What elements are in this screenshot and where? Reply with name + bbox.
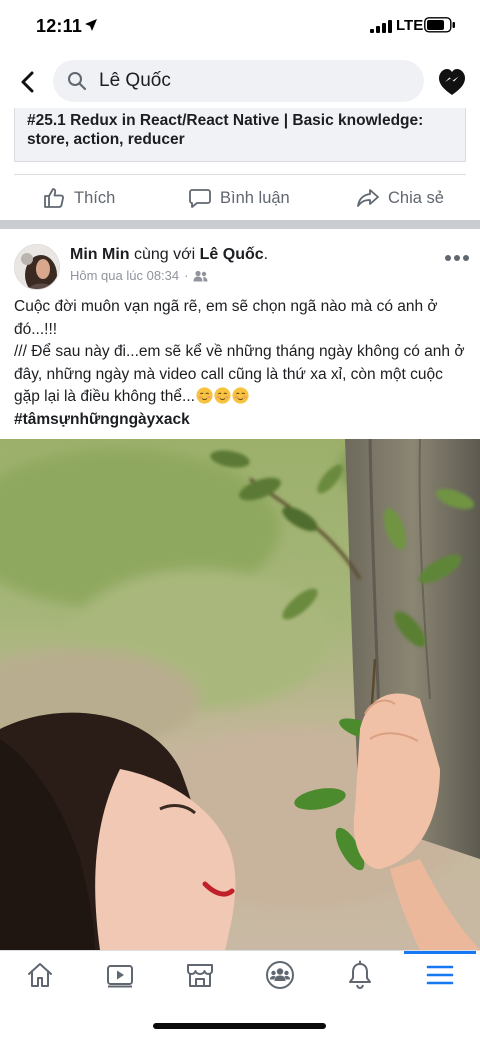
messenger-icon[interactable] xyxy=(436,66,468,98)
tagged-suffix: . xyxy=(263,246,269,263)
post-body: Cuộc đời muôn vạn ngã rẽ, em sẽ chọn ngã… xyxy=(14,296,470,431)
comment-icon xyxy=(189,189,211,208)
search-query: Lê Quốc xyxy=(99,70,171,91)
tab-groups[interactable] xyxy=(240,951,320,999)
watch-icon xyxy=(107,965,133,988)
comment-button[interactable]: Bình luận xyxy=(188,175,290,221)
post-hashtag[interactable]: #tâmsựnhữngngàyxack xyxy=(14,409,470,432)
menu-icon xyxy=(426,965,454,985)
post-text-line1: Cuộc đời muôn vạn ngã rẽ, em sẽ chọn ngã… xyxy=(14,298,438,338)
more-options-icon[interactable] xyxy=(444,252,470,264)
with-text: cùng với xyxy=(134,246,196,263)
author-name[interactable]: Min Min xyxy=(70,246,130,263)
home-icon xyxy=(28,963,52,987)
blushing-face-icon xyxy=(196,387,213,404)
tab-marketplace[interactable] xyxy=(160,951,240,999)
notifications-icon xyxy=(349,960,371,990)
status-time: 12:11 xyxy=(36,16,83,36)
post-author-line: Min Min cùng với Lê Quốc. xyxy=(70,246,268,264)
post-header: Min Min cùng với Lê Quốc. Hôm qua lúc 08… xyxy=(0,240,480,296)
home-indicator xyxy=(153,1023,326,1029)
status-bar: 12:11 LTE xyxy=(0,0,480,52)
comment-label: Bình luận xyxy=(220,188,290,207)
blushing-face-icon xyxy=(232,387,249,404)
post-meta: Hôm qua lúc 08:34 · xyxy=(70,268,208,283)
meta-dot: · xyxy=(184,268,189,283)
like-label: Thích xyxy=(74,188,116,207)
share-label: Chia sẻ xyxy=(388,188,444,207)
share-button[interactable]: Chia sẻ xyxy=(356,175,444,221)
feed-separator xyxy=(0,220,480,229)
tagged-name[interactable]: Lê Quốc xyxy=(200,246,264,263)
signal-icon xyxy=(370,20,392,33)
avatar[interactable] xyxy=(14,244,60,290)
search-input[interactable]: Lê Quốc xyxy=(53,60,424,102)
location-arrow-icon xyxy=(85,19,97,31)
post-actions-bar: Thích Bình luận Chia sẻ xyxy=(14,174,466,220)
back-arrow-icon[interactable] xyxy=(14,68,42,96)
link-preview-card[interactable]: #25.1 Redux in React/React Native | Basi… xyxy=(14,108,466,162)
network-label: LTE xyxy=(396,17,424,34)
marketplace-icon xyxy=(187,964,213,987)
friends-audience-icon xyxy=(193,270,208,281)
post-photo[interactable] xyxy=(0,439,480,950)
share-icon xyxy=(357,189,379,207)
tab-home[interactable] xyxy=(0,951,80,999)
tab-notifications[interactable] xyxy=(320,951,400,999)
search-header: Lê Quốc xyxy=(0,58,480,106)
battery-icon xyxy=(424,17,455,33)
link-preview-title: #25.1 Redux in React/React Native | Basi… xyxy=(27,112,424,148)
blushing-face-icon xyxy=(214,387,231,404)
like-button[interactable]: Thích xyxy=(42,175,115,221)
post-timestamp[interactable]: Hôm qua lúc 08:34 xyxy=(70,268,179,283)
search-icon xyxy=(68,72,87,91)
post-text-paragraph2: /// Để sau này đi...em sẽ kể về những th… xyxy=(14,341,470,409)
thumbs-up-icon xyxy=(44,188,64,208)
tab-menu[interactable] xyxy=(400,951,480,999)
groups-icon xyxy=(266,961,294,989)
tab-watch[interactable] xyxy=(80,951,160,999)
